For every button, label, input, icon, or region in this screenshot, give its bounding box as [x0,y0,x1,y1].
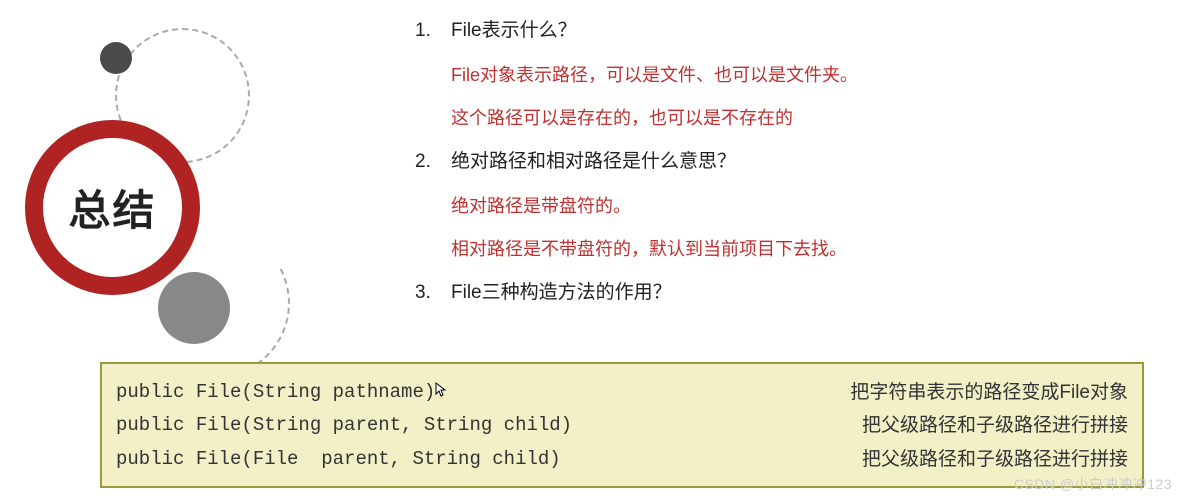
code-signature: public File(String pathname) [116,376,447,409]
question-text: File三种构造方法的作用？ [451,282,672,303]
answer-text: File对象表示路径，可以是文件、也可以是文件夹。 [451,63,1115,88]
answer-text: 绝对路径是带盘符的。 [451,194,1115,219]
code-row: public File(File parent, String child) 把… [116,443,1128,476]
question-row: 1.File表示什么？ [415,18,1115,45]
answer-text: 相对路径是不带盘符的，默认到当前项目下去找。 [451,237,1115,262]
code-signature: public File(File parent, String child) [116,443,561,476]
small-dark-dot-decor [100,42,132,74]
cursor-icon [435,382,447,398]
code-table: public File(String pathname) 把字符串表示的路径变成… [100,362,1144,488]
question-number: 2. [415,149,451,176]
gray-ball-decor [158,272,230,344]
question-number: 1. [415,18,451,45]
code-row: public File(String parent, String child)… [116,409,1128,442]
question-text: 绝对路径和相对路径是什么意思？ [451,151,736,172]
code-row: public File(String pathname) 把字符串表示的路径变成… [116,376,1128,409]
code-description: 把父级路径和子级路径进行拼接 [862,409,1128,442]
question-text: File表示什么？ [451,20,577,41]
content-area: 1.File表示什么？ File对象表示路径，可以是文件、也可以是文件夹。 这个… [415,18,1115,325]
summary-badge-label: 总结 [68,177,156,238]
code-description: 把字符串表示的路径变成File对象 [850,376,1128,409]
answer-text: 这个路径可以是存在的，也可以是不存在的 [451,106,1115,131]
question-number: 3. [415,280,451,307]
question-row: 3.File三种构造方法的作用？ [415,280,1115,307]
code-description: 把父级路径和子级路径进行拼接 [862,443,1128,476]
question-row: 2.绝对路径和相对路径是什么意思？ [415,149,1115,176]
watermark-text: CSDN @小白冲冲冲123 [1014,474,1172,494]
summary-badge-ring: 总结 [25,120,200,295]
code-signature: public File(String parent, String child) [116,409,572,442]
